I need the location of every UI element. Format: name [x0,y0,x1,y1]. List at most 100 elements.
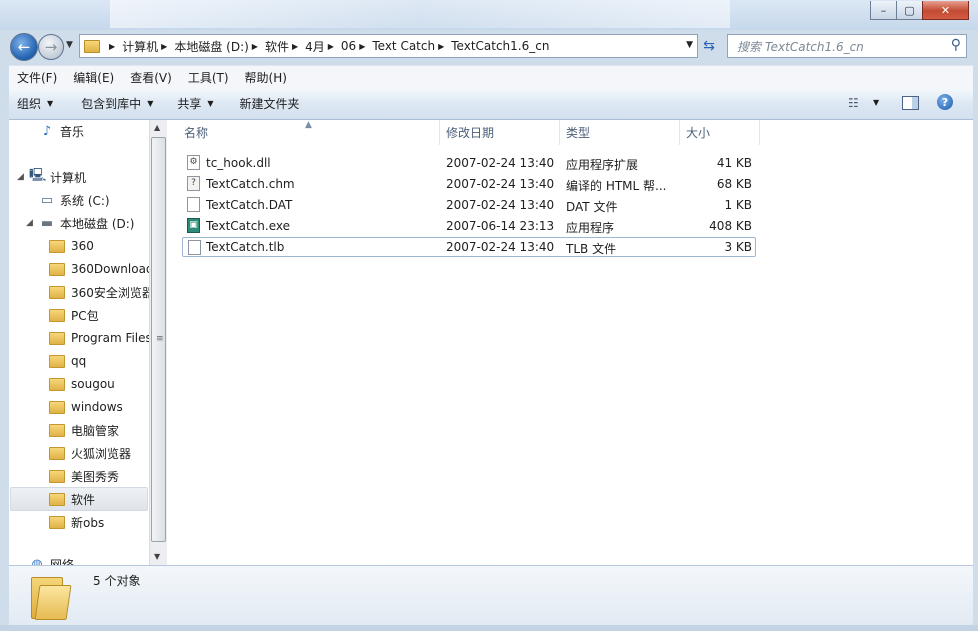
scroll-thumb[interactable]: ≡ [151,137,166,542]
folder-icon [84,39,100,53]
search-input[interactable]: 搜索 TextCatch1.6_cn ⚲ [727,34,967,58]
search-icon[interactable]: ⚲ [951,37,961,53]
exe-file-icon: ▣ [187,218,200,233]
table-row-focused[interactable]: TextCatch.tlb 2007-02-24 13:40 TLB 文件 3 … [182,237,756,257]
maximize-icon: ▢ [904,3,915,17]
menu-edit[interactable]: 编辑(E) [65,69,122,86]
nav-folder-qq[interactable]: qq [49,350,86,372]
generic-file-icon [188,240,201,255]
address-history-dropdown-icon[interactable]: ▼ [686,40,693,50]
column-header-modified[interactable]: 修改日期 [440,120,560,145]
table-row[interactable]: ⚙ tc_hook.dll 2007-02-24 13:40 应用程序扩展 41… [182,153,756,173]
scroll-up-arrow-icon[interactable]: ▲ [154,123,160,132]
nav-folder-pc-manager[interactable]: 电脑管家 [49,419,119,441]
breadcrumb-text-catch[interactable]: Text Catch ▶ [372,35,451,57]
preview-pane-icon[interactable] [902,96,919,110]
system-drive-icon: ▭ [40,192,54,208]
nav-folder-newobs[interactable]: 新obs [49,511,104,533]
table-row[interactable]: ? TextCatch.chm 2007-02-24 13:40 编译的 HTM… [182,174,756,194]
menu-file[interactable]: 文件(F) [9,69,65,86]
nav-network[interactable]: ◍ 网络 [29,553,74,566]
maximize-button[interactable]: ▢ [896,1,923,20]
new-folder-button[interactable]: 新建文件夹 [231,95,309,112]
folder-icon [49,377,65,391]
chevron-right-icon[interactable]: ▶ [438,42,444,51]
back-arrow-icon: ← [17,38,31,56]
help-icon[interactable]: ? [937,94,953,110]
table-row[interactable]: TextCatch.DAT 2007-02-24 13:40 DAT 文件 1 … [182,195,756,215]
details-pane: 5 个对象 [9,565,973,626]
search-placeholder: 搜索 TextCatch1.6_cn [737,40,864,54]
change-view-icon[interactable]: ☷ [848,96,859,110]
refresh-button[interactable]: ⇆ [699,36,719,56]
breadcrumb-textcatch-folder[interactable]: TextCatch1.6_cn [451,35,549,57]
back-button[interactable]: ← [10,33,38,61]
file-list[interactable]: ▲ 名称 修改日期 类型 大小 ⚙ tc_hook.dll 2007-02-24… [167,120,973,565]
dropdown-arrow-icon: ▼ [207,99,214,108]
organize-button[interactable]: 组织 ▼ [9,95,62,112]
chevron-right-icon[interactable]: ▶ [328,42,334,51]
view-options-dropdown-icon[interactable]: ▼ [873,98,879,107]
folder-icon [49,492,65,506]
nav-folder-pc[interactable]: PC包 [49,304,99,326]
breadcrumb-april[interactable]: 4月 ▶ [305,35,341,57]
nav-computer[interactable]: 🖳 计算机 [29,166,86,188]
nav-drive-c[interactable]: ▭ 系统 (C:) [39,189,110,211]
nav-drive-d[interactable]: ▬ 本地磁盘 (D:) [39,212,135,234]
dropdown-arrow-icon: ▼ [147,99,154,108]
nav-folder-sougou[interactable]: sougou [49,373,115,395]
nav-folder-windows[interactable]: windows [49,396,123,418]
collapse-arrow-icon[interactable]: ◢ [26,218,33,228]
nav-music[interactable]: ♪ 音乐 [39,120,84,142]
chevron-right-icon[interactable]: ▶ [109,42,115,51]
column-header-name[interactable]: 名称 [178,120,440,145]
collapse-arrow-icon[interactable]: ◢ [17,172,24,182]
item-count: 5 个对象 [93,574,141,588]
nav-folder-360browser[interactable]: 360安全浏览器 [49,281,149,303]
nav-folder-360downloads[interactable]: 360Downloads [49,258,149,280]
nav-folder-software-selected[interactable]: 软件 [10,487,148,511]
breadcrumb-drive-d[interactable]: 本地磁盘 (D:) ▶ [174,35,265,57]
chevron-right-icon[interactable]: ▶ [161,42,167,51]
menu-view[interactable]: 查看(V) [122,69,180,86]
menu-tools[interactable]: 工具(T) [180,69,237,86]
nav-folder-360[interactable]: 360 [49,235,94,257]
title-background [110,0,730,28]
computer-icon: 🖳 [29,168,47,183]
breadcrumb-06[interactable]: 06 ▶ [341,35,372,57]
folder-icon [49,400,65,414]
folder-icon [49,515,65,529]
minimize-button[interactable]: – [870,1,897,20]
nav-folder-firefox[interactable]: 火狐浏览器 [49,442,131,464]
nav-scrollbar[interactable]: ▲ ≡ ▼ [149,120,167,565]
breadcrumb-software[interactable]: 软件 ▶ [265,35,305,57]
share-button[interactable]: 共享 ▼ [168,95,222,112]
chevron-right-icon[interactable]: ▶ [252,42,258,51]
network-icon: ◍ [31,556,43,566]
folder-icon [49,262,65,276]
folder-icon [49,423,65,437]
grip-icon: ≡ [156,334,164,344]
column-header-size[interactable]: 大小 [680,120,760,145]
chevron-right-icon[interactable]: ▶ [359,42,365,51]
close-button[interactable]: ✕ [922,1,969,20]
nav-folder-program-files[interactable]: Program Files [49,327,149,349]
breadcrumb-computer[interactable]: 计算机 ▶ [122,35,174,57]
navigation-pane[interactable]: ♪ 音乐 ◢ 🖳 计算机 ▭ 系统 (C:) ◢ ▬ 本地磁盘 (D:) 360 360… [9,120,149,565]
folder-icon [49,331,65,345]
forward-button[interactable]: → [38,34,64,60]
menu-help[interactable]: 帮助(H) [237,69,295,86]
nav-folder-meitu[interactable]: 美图秀秀 [49,465,119,487]
generic-file-icon [187,197,200,212]
scroll-down-arrow-icon[interactable]: ▼ [154,552,160,561]
recent-pages-dropdown-icon[interactable]: ▼ [66,40,73,50]
include-in-library-button[interactable]: 包含到库中 ▼ [72,95,162,112]
dll-file-icon: ⚙ [187,155,200,170]
chevron-right-icon[interactable]: ▶ [292,42,298,51]
breadcrumb-root[interactable]: ▶ [106,35,122,57]
address-bar[interactable]: ▶ 计算机 ▶ 本地磁盘 (D:) ▶ 软件 ▶ 4月 ▶ 06 ▶ Text Catch… [79,34,698,58]
music-note-icon: ♪ [42,123,52,139]
table-row[interactable]: ▣ TextCatch.exe 2007-06-14 23:13 应用程序 40… [182,216,756,236]
window-border [0,625,978,631]
column-header-type[interactable]: 类型 [560,120,680,145]
